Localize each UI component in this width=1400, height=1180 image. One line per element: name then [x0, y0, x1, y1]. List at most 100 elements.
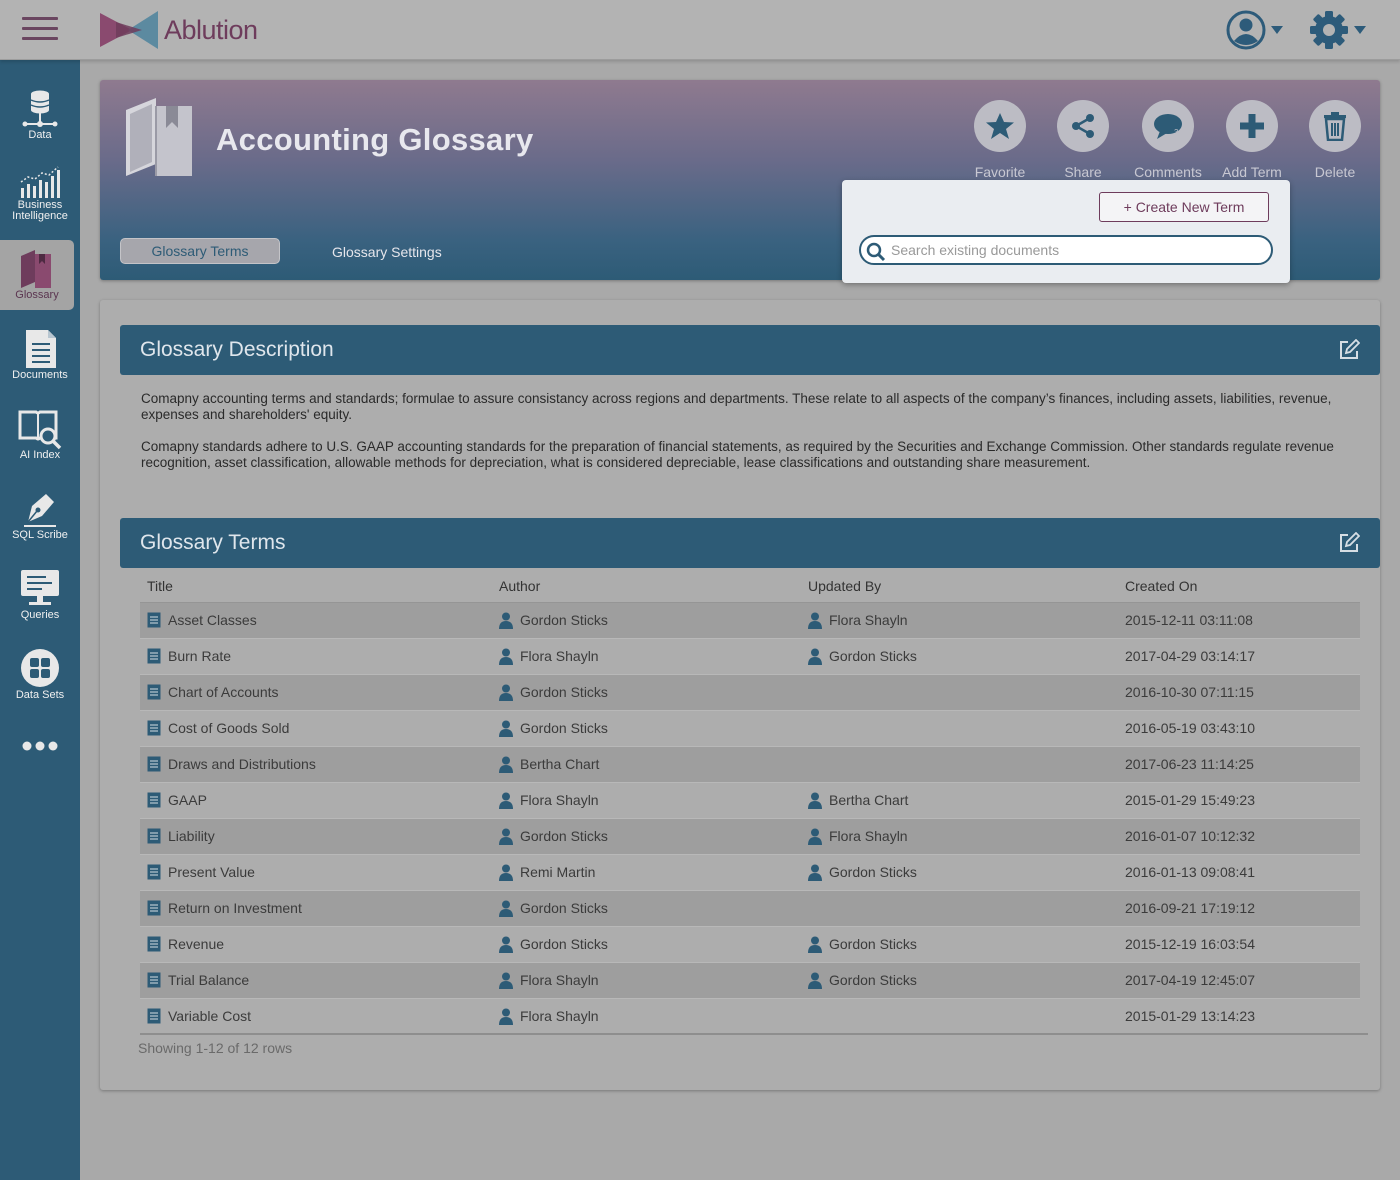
comments-button[interactable]: 3 Comments: [1128, 100, 1208, 180]
term-title[interactable]: Draws and Distributions: [168, 756, 316, 772]
term-title[interactable]: Liability: [168, 828, 215, 844]
table-row[interactable]: Trial Balance Flora Shayln Gordon Sticks 20…: [140, 962, 1360, 999]
created-on-value: 2016-01-07 10:12:32: [1125, 828, 1255, 844]
term-title[interactable]: Chart of Accounts: [168, 684, 279, 700]
term-title[interactable]: Present Value: [168, 864, 255, 880]
author-cell: Gordon Sticks: [492, 602, 801, 639]
document-icon: [147, 684, 161, 700]
app-logo[interactable]: Ablution: [98, 8, 258, 52]
created-on-cell: 2017-06-23 11:14:25: [1118, 746, 1360, 783]
user-menu[interactable]: [1225, 9, 1283, 51]
term-title-cell[interactable]: Present Value: [140, 854, 492, 891]
terms-table: Title Author Updated By Created On Asset…: [140, 570, 1360, 1035]
table-row[interactable]: Burn Rate Flora Shayln Gordon Sticks 2017-0…: [140, 638, 1360, 675]
tab-glossary-settings[interactable]: Glossary Settings: [332, 244, 442, 260]
table-row[interactable]: Chart of Accounts Gordon Sticks 2016-10-30…: [140, 674, 1360, 711]
table-row[interactable]: Return on Investment Gordon Sticks 2016-09…: [140, 890, 1360, 927]
author-name: Bertha Chart: [520, 756, 600, 772]
add-term-button[interactable]: Add Term: [1212, 100, 1292, 180]
term-title-cell[interactable]: Trial Balance: [140, 962, 492, 999]
term-title[interactable]: Return on Investment: [168, 900, 302, 916]
sidebar: Data Business Intelligence Glossary Docu…: [0, 60, 80, 1180]
sidebar-item-data-sets[interactable]: Data Sets: [0, 648, 80, 701]
table-row[interactable]: Present Value Remi Martin Gordon Sticks 201…: [140, 854, 1360, 891]
sidebar-item-more[interactable]: [0, 740, 80, 752]
author-name: Flora Shayln: [520, 792, 599, 808]
term-title-cell[interactable]: Chart of Accounts: [140, 674, 492, 711]
create-new-term-button[interactable]: + Create New Term: [1099, 192, 1269, 222]
sidebar-item-glossary[interactable]: Glossary: [0, 240, 74, 310]
term-title[interactable]: Cost of Goods Sold: [168, 720, 289, 736]
search-input[interactable]: [891, 239, 1261, 261]
term-title-cell[interactable]: Revenue: [140, 926, 492, 963]
books-icon: [126, 98, 192, 176]
table-row[interactable]: Draws and Distributions Bertha Chart 2017-…: [140, 746, 1360, 783]
term-title-cell[interactable]: Asset Classes: [140, 602, 492, 639]
table-row[interactable]: GAAP Flora Shayln Bertha Chart 2015-01-29 1…: [140, 782, 1360, 819]
chevron-down-icon: [1271, 26, 1283, 34]
term-title[interactable]: Asset Classes: [168, 612, 257, 628]
term-title-cell[interactable]: Draws and Distributions: [140, 746, 492, 783]
author-name: Flora Shayln: [520, 648, 599, 664]
author-name: Flora Shayln: [520, 972, 599, 988]
gear-icon: [1310, 11, 1348, 49]
user-circle-icon: [1226, 10, 1266, 50]
document-icon: [147, 900, 161, 916]
settings-menu[interactable]: [1308, 9, 1366, 51]
column-header-title[interactable]: Title: [140, 570, 492, 603]
column-header-author[interactable]: Author: [492, 570, 801, 603]
term-title[interactable]: Revenue: [168, 936, 224, 952]
term-title[interactable]: Variable Cost: [168, 1008, 251, 1024]
term-title[interactable]: GAAP: [168, 792, 207, 808]
document-icon: [147, 648, 161, 664]
term-title-cell[interactable]: Burn Rate: [140, 638, 492, 675]
term-title-cell[interactable]: Cost of Goods Sold: [140, 710, 492, 747]
created-on-value: 2017-06-23 11:14:25: [1125, 756, 1254, 772]
search-box[interactable]: [859, 235, 1273, 265]
share-icon: [1072, 114, 1094, 138]
table-row[interactable]: Cost of Goods Sold Gordon Sticks 2016-05-1…: [140, 710, 1360, 747]
user-icon: [499, 900, 513, 917]
hamburger-icon[interactable]: [22, 17, 58, 43]
sidebar-item-sql-scribe[interactable]: SQL Scribe: [0, 488, 80, 541]
sidebar-item-documents[interactable]: Documents: [0, 328, 80, 381]
table-row[interactable]: Variable Cost Flora Shayln 2015-01-29 13:1…: [140, 998, 1360, 1035]
term-title-cell[interactable]: Variable Cost: [140, 998, 492, 1035]
sidebar-item-queries[interactable]: Queries: [0, 568, 80, 621]
sidebar-item-ai-index[interactable]: AI Index: [0, 408, 80, 461]
updated-by-cell: Gordon Sticks: [801, 962, 1118, 999]
term-title-cell[interactable]: GAAP: [140, 782, 492, 819]
sidebar-item-label: Business Intelligence: [12, 199, 68, 222]
term-title-cell[interactable]: Liability: [140, 818, 492, 855]
table-row[interactable]: Liability Gordon Sticks Flora Shayln 2016-0…: [140, 818, 1360, 855]
table-row[interactable]: Revenue Gordon Sticks Gordon Sticks 2015-12…: [140, 926, 1360, 963]
author-cell: Gordon Sticks: [492, 890, 801, 927]
term-title[interactable]: Burn Rate: [168, 648, 231, 664]
user-icon: [499, 648, 513, 665]
edit-icon[interactable]: [1338, 339, 1360, 361]
edit-icon[interactable]: [1338, 532, 1360, 554]
delete-button[interactable]: Delete: [1295, 100, 1375, 180]
column-header-updated-by[interactable]: Updated By: [801, 570, 1118, 603]
created-on-cell: 2017-04-29 03:14:17: [1118, 638, 1360, 675]
sidebar-item-business-intelligence[interactable]: Business Intelligence: [0, 166, 80, 222]
more-icon: [22, 741, 58, 751]
table-row[interactable]: Asset Classes Gordon Sticks Flora Shayln 20…: [140, 602, 1360, 639]
favorite-button[interactable]: Favorite: [960, 100, 1040, 180]
sidebar-item-data[interactable]: Data: [0, 88, 80, 141]
updated-by-cell: [801, 710, 1118, 747]
comment-icon: 3: [1154, 114, 1182, 139]
author-cell: Flora Shayln: [492, 998, 801, 1035]
term-title-cell[interactable]: Return on Investment: [140, 890, 492, 927]
author-name: Gordon Sticks: [520, 720, 608, 736]
favorite-label: Favorite: [974, 164, 1026, 180]
term-title[interactable]: Trial Balance: [168, 972, 249, 988]
created-on-cell: 2015-12-19 16:03:54: [1118, 926, 1360, 963]
share-button[interactable]: Share: [1043, 100, 1123, 180]
column-header-created-on[interactable]: Created On: [1118, 570, 1360, 603]
sidebar-item-label: Documents: [12, 369, 68, 381]
updated-by-cell: [801, 674, 1118, 711]
user-icon: [499, 936, 513, 953]
sidebar-item-label: Data: [28, 129, 52, 141]
tab-glossary-terms[interactable]: Glossary Terms: [120, 238, 280, 264]
